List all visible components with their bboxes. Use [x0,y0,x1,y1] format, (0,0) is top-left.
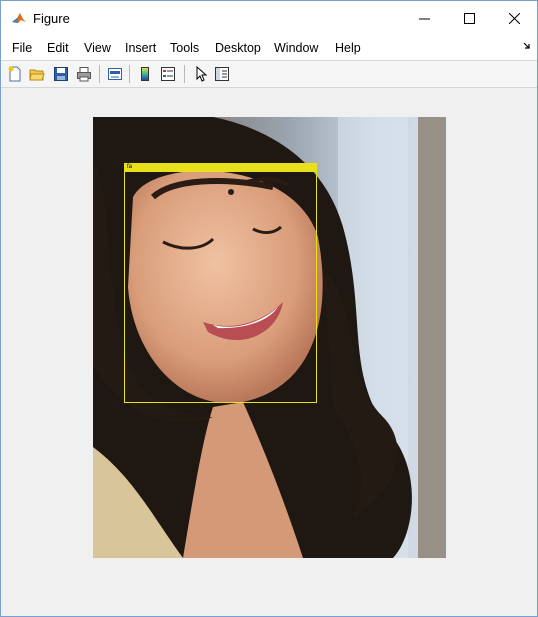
edit-plot-pointer-icon [196,66,208,82]
insert-colorbar-icon [141,67,149,81]
open-file-icon [29,69,45,81]
new-figure-button[interactable] [6,65,24,83]
menu-bar: File Edit View Insert Tools Desktop Wind… [1,36,537,61]
toolbar-separator [129,65,130,83]
minimize-icon [418,18,430,20]
displayed-image: fa [93,117,446,558]
insert-colorbar-button[interactable] [136,65,154,83]
property-inspector-icon [215,67,229,81]
new-figure-icon [8,66,21,82]
title-bar[interactable]: Figure [1,1,537,36]
maximize-button[interactable] [446,1,492,36]
close-icon [508,13,520,24]
maximize-icon [463,13,475,24]
property-inspector-button[interactable] [213,65,231,83]
menu-edit[interactable]: Edit [47,41,69,55]
insert-legend-button[interactable] [159,65,177,83]
toolbar-separator [99,65,100,83]
menu-desktop[interactable]: Desktop [215,41,261,55]
menu-insert[interactable]: Insert [125,41,156,55]
print-button[interactable] [75,65,93,83]
menu-help[interactable]: Help [335,41,361,55]
toolbar-separator [184,65,185,83]
save-icon [54,67,68,81]
insert-legend-icon [161,67,175,81]
figure-window: Figure File Edit View Insert Tools Deskt… [0,0,538,617]
window-title: Figure [33,11,70,26]
toolbar [1,61,537,88]
menu-view[interactable]: View [84,41,111,55]
menu-window[interactable]: Window [274,41,318,55]
menu-file[interactable]: File [12,41,32,55]
link-plot-icon [108,68,122,80]
open-file-button[interactable] [28,65,46,83]
close-button[interactable] [491,1,537,36]
print-icon [77,67,91,82]
bbox-label-text: fa [127,164,133,170]
bbox-label: fa [125,164,316,172]
figure-canvas[interactable]: fa [1,88,537,616]
minimize-button[interactable] [401,1,447,36]
edit-plot-button[interactable] [191,65,209,83]
link-plot-button[interactable] [106,65,124,83]
face-bounding-box: fa [124,163,317,403]
matlab-icon [11,10,27,26]
save-button[interactable] [52,65,70,83]
menu-tools[interactable]: Tools [170,41,199,55]
dock-arrow-icon[interactable] [523,42,531,50]
